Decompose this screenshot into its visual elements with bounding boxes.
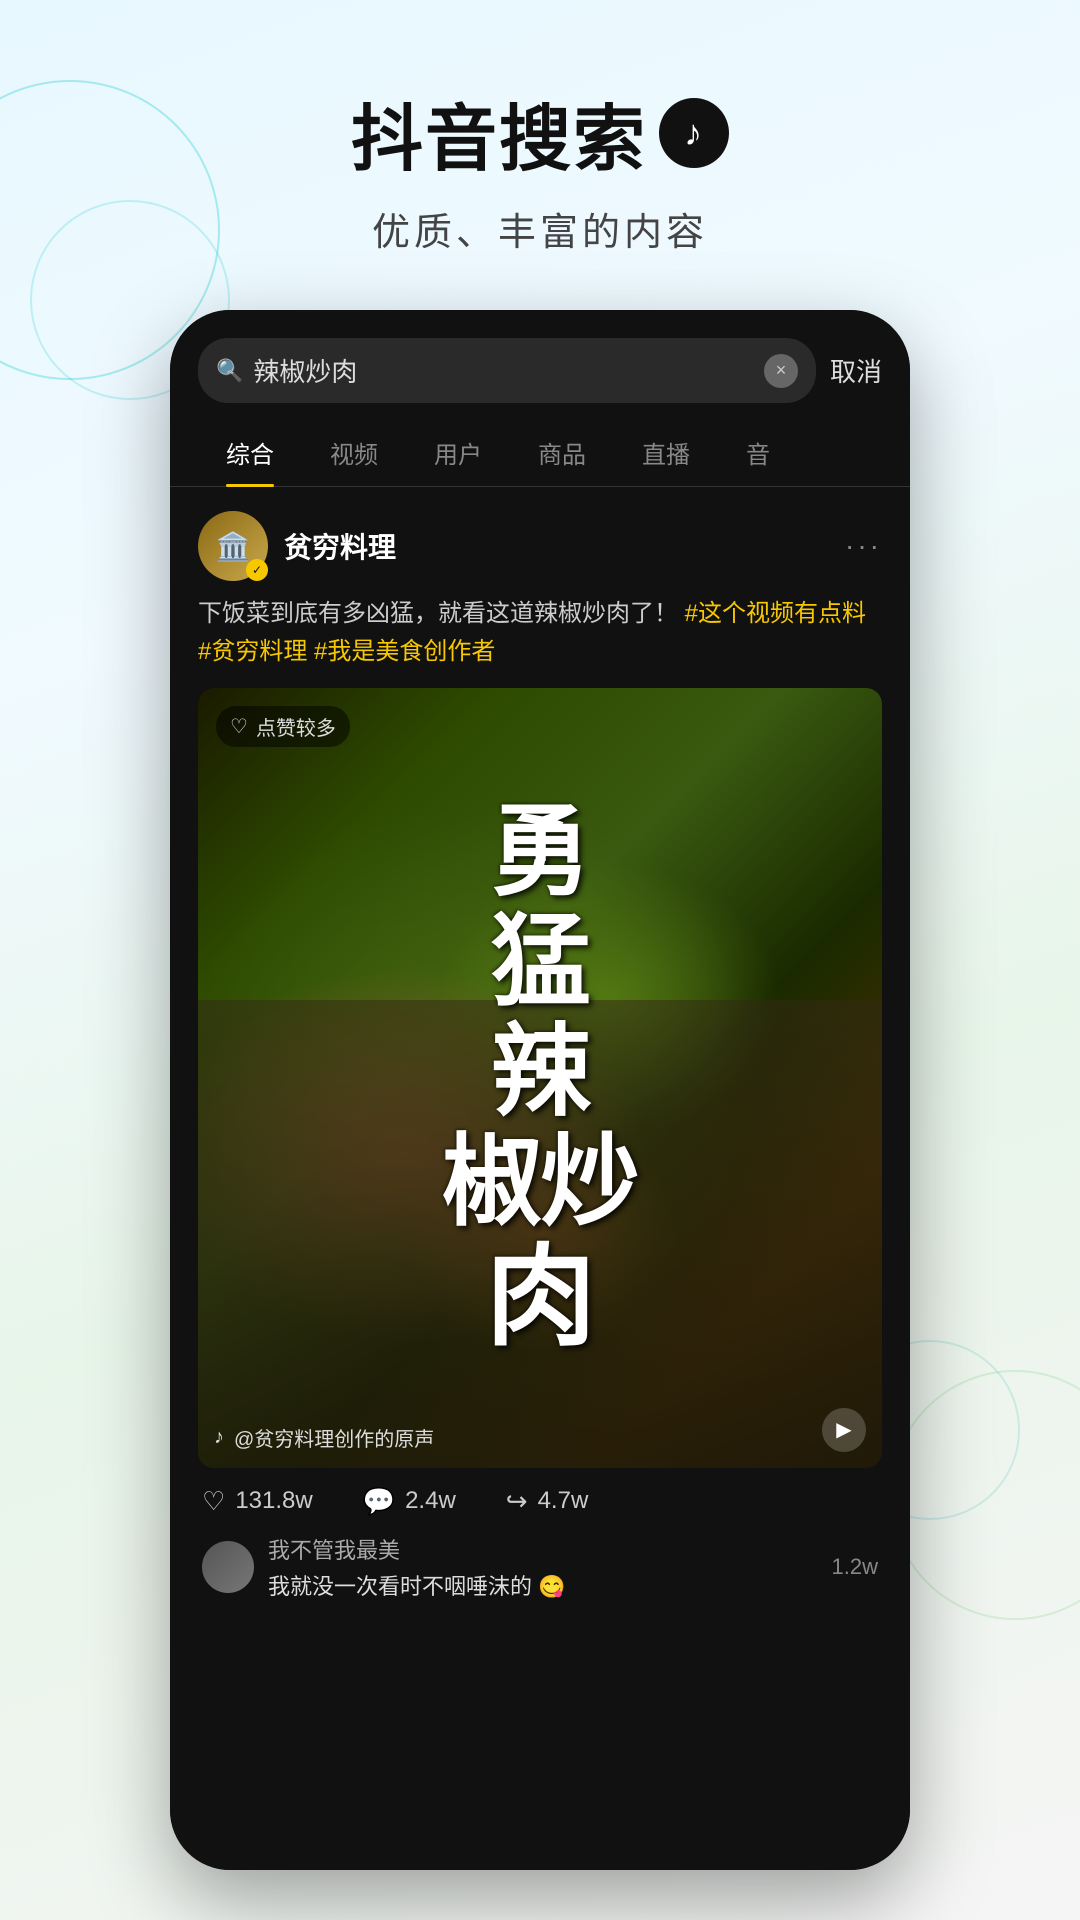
phone-content: 🔍 辣椒炒肉 × 取消 综合 视频 用户 商品 直播 [170, 310, 910, 1870]
comment-preview: 我不管我最美 我就没一次看时不咽唾沫的 😋 1.2w [198, 1533, 882, 1601]
share-icon: ↪ [506, 1486, 528, 1517]
tab-用户[interactable]: 用户 [406, 419, 510, 486]
tab-音[interactable]: 音 [718, 419, 798, 486]
search-icon: 🔍 [216, 358, 243, 384]
tiktok-logo-icon: ♪ [659, 98, 729, 168]
tab-视频[interactable]: 视频 [302, 419, 406, 486]
commenter-username: 我不管我最美 [268, 1533, 818, 1565]
clear-icon: × [776, 360, 787, 381]
creator-row: 🏛️ ✓ 贫穷料理 ··· [198, 511, 882, 581]
description-text: 下饭菜到底有多凶猛，就看这道辣椒炒肉了！ [198, 600, 678, 627]
hashtag-2[interactable]: #贫穷料理 [198, 638, 314, 665]
avatar-emoji: 🏛️ [216, 530, 251, 563]
post-description: 下饭菜到底有多凶猛，就看这道辣椒炒肉了！ #这个视频有点料 #贫穷料理 #我是美… [198, 595, 882, 672]
comment-icon: 💬 [363, 1486, 395, 1517]
creator-info: 🏛️ ✓ 贫穷料理 [198, 511, 396, 581]
likes-count: 131.8w [235, 1487, 312, 1515]
search-query-text: 辣椒炒肉 [253, 352, 754, 389]
video-thumbnail[interactable]: ♡ 点赞较多 勇 猛 辣 椒炒 肉 ♪ @贫穷料理创作的原声 ▶ [198, 688, 882, 1468]
calligraphy-line-1: 勇 [491, 797, 589, 907]
heart-icon: ♡ [202, 1486, 225, 1517]
top-section: 抖音搜索 ♪ 优质、丰富的内容 [0, 0, 1080, 296]
comments-stat[interactable]: 💬 2.4w [363, 1486, 456, 1517]
more-options-button[interactable]: ··· [845, 530, 882, 562]
video-overlay-text: 勇 猛 辣 椒炒 肉 [198, 688, 882, 1468]
comment-texts: 我不管我最美 我就没一次看时不咽唾沫的 😋 [268, 1533, 818, 1601]
calligraphy-line-4: 椒炒 [442, 1127, 638, 1237]
search-input-wrap[interactable]: 🔍 辣椒炒肉 × [198, 338, 816, 403]
calligraphy-line-3: 辣 [491, 1017, 589, 1127]
likes-stat[interactable]: ♡ 131.8w [202, 1486, 313, 1517]
content-area: 🏛️ ✓ 贫穷料理 ··· 下饭菜到底有多凶猛，就看这道辣椒炒肉了！ #这个视频… [170, 487, 910, 1625]
comments-count: 2.4w [405, 1487, 456, 1515]
app-subtitle: 优质、丰富的内容 [0, 201, 1080, 256]
calligraphy-line-2: 猛 [491, 907, 589, 1017]
stats-row: ♡ 131.8w 💬 2.4w ↪ 4.7w [198, 1486, 882, 1517]
shares-stat[interactable]: ↪ 4.7w [506, 1486, 589, 1517]
tab-综合[interactable]: 综合 [198, 419, 302, 486]
creator-name: 贫穷料理 [284, 526, 396, 566]
search-tabs: 综合 视频 用户 商品 直播 音 [170, 419, 910, 487]
avatar: 🏛️ ✓ [198, 511, 268, 581]
hashtag-3[interactable]: #我是美食创作者 [314, 638, 495, 665]
search-bar: 🔍 辣椒炒肉 × 取消 [170, 310, 910, 419]
calligraphy-line-5: 肉 [486, 1237, 594, 1358]
app-title-text: 抖音搜索 [351, 80, 647, 185]
verified-badge: ✓ [246, 559, 268, 581]
shares-count: 4.7w [538, 1487, 589, 1515]
tab-商品[interactable]: 商品 [510, 419, 614, 486]
comment-like-count: 1.2w [832, 1554, 878, 1580]
comment-content: 我就没一次看时不咽唾沫的 😋 [268, 1569, 818, 1601]
commenter-avatar [202, 1541, 254, 1593]
cancel-search-button[interactable]: 取消 [830, 352, 882, 389]
app-title: 抖音搜索 ♪ [0, 80, 1080, 185]
hashtag-1[interactable]: #这个视频有点料 [685, 600, 866, 627]
phone-frame: 🔍 辣椒炒肉 × 取消 综合 视频 用户 商品 直播 [170, 310, 910, 1870]
clear-search-button[interactable]: × [764, 354, 798, 388]
tab-直播[interactable]: 直播 [614, 419, 718, 486]
